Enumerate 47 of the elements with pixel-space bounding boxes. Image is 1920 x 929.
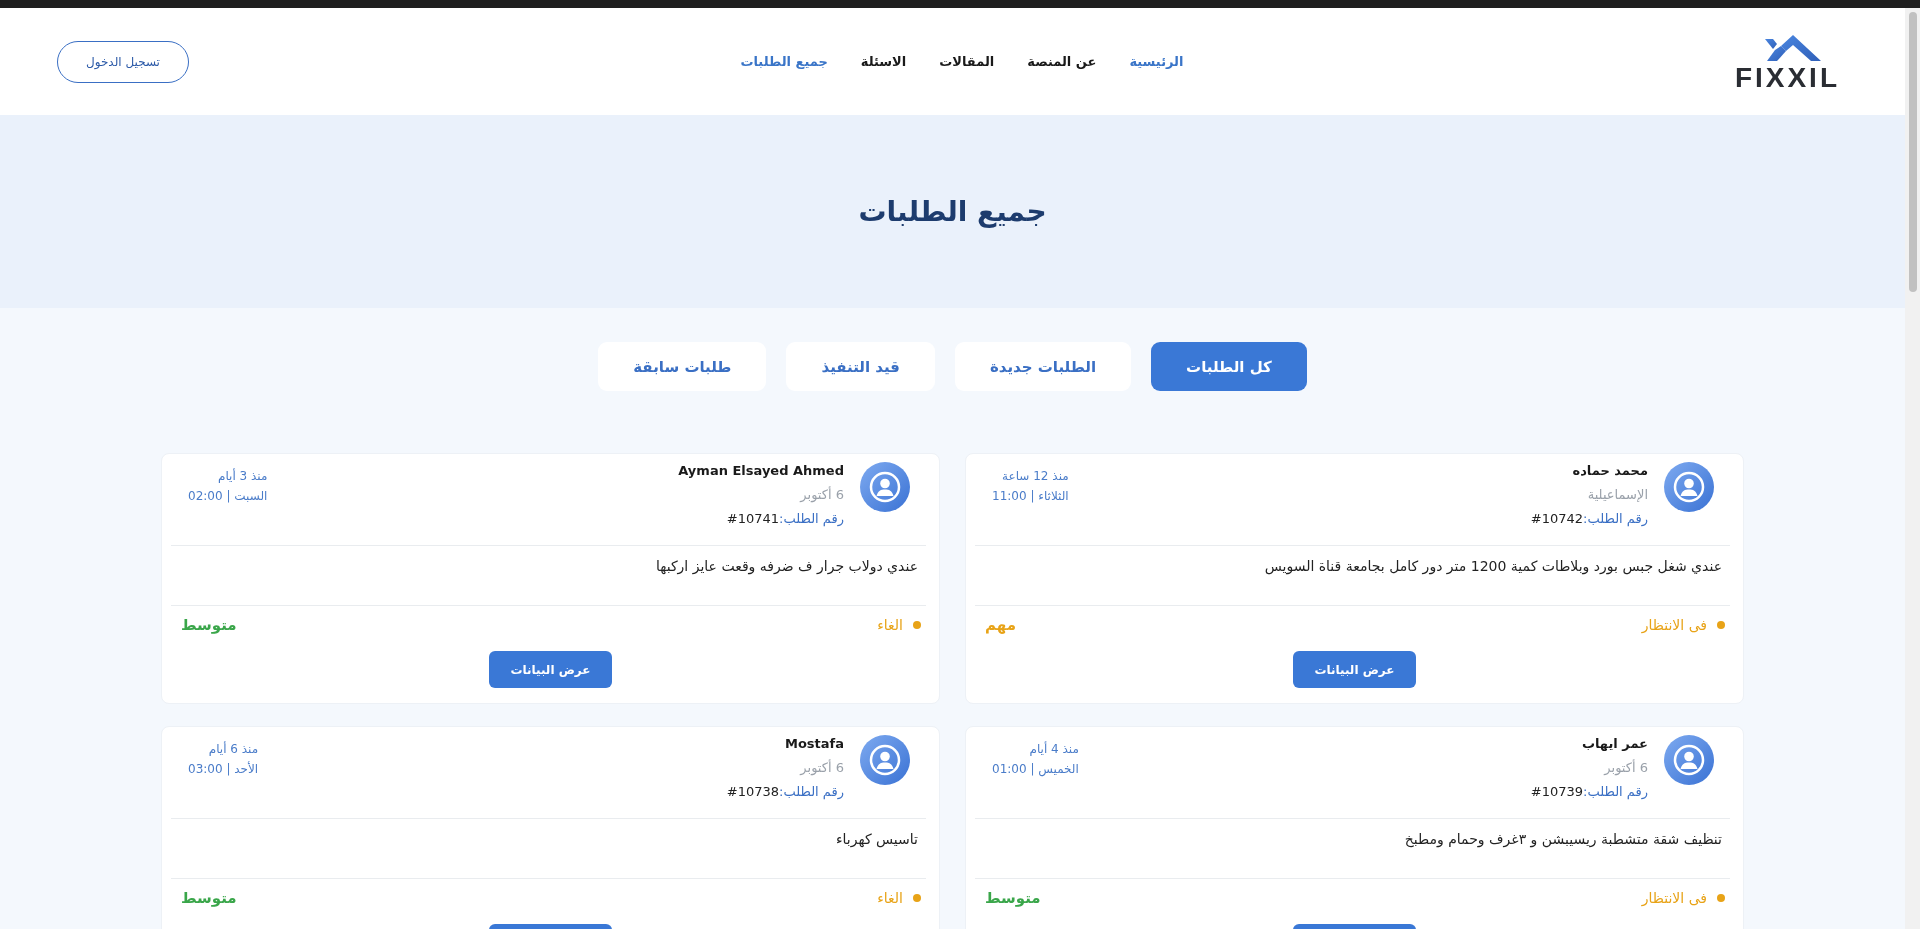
time-ago: منذ 6 أيام (208, 740, 259, 758)
day-time: الخميس | 01:00 (992, 761, 1079, 779)
status-label: الغاء (877, 889, 903, 908)
request-subtitle: 6 أكتوبر (800, 758, 844, 778)
time-ago: منذ 12 ساعة (1002, 468, 1069, 485)
nav-link[interactable]: عن المنصة (1027, 54, 1097, 69)
status-label: فى الانتظار (1641, 889, 1707, 909)
nav-link[interactable]: جميع الطلبات (740, 54, 828, 69)
status-label: الغاء (877, 616, 903, 635)
avatar-icon (1664, 735, 1714, 785)
avatar-icon (1664, 462, 1714, 512)
request-description: عندي شغل جبس بورد وبلاطات كمية 1200 متر دور كامل بجامعة قناة السويس (1263, 557, 1723, 577)
request-subtitle: 6 أكتوبر (1604, 758, 1648, 778)
priority-label: مهم (985, 615, 1016, 636)
view-button[interactable]: عرض البيانات (1293, 651, 1416, 688)
request-subtitle: 6 أكتوبر (800, 485, 844, 505)
priority-label: متوسط (181, 888, 237, 909)
avatar-icon (860, 735, 910, 785)
avatar-icon (860, 462, 910, 512)
day-time: الثلاثاء | 11:00 (992, 488, 1069, 505)
nav-link[interactable]: المقالات (939, 54, 995, 69)
logo-text[interactable]: FIXXIL (1734, 62, 1840, 93)
filter-tab[interactable]: قيد التنفيذ (786, 342, 935, 391)
nav-link[interactable]: الرئيسية (1129, 54, 1184, 69)
scrollbar-thumb[interactable] (1908, 12, 1917, 292)
request-subtitle: الإسماعيلية (1587, 486, 1648, 504)
request-description: تاسيس كهرباء (835, 830, 919, 850)
customer-name: محمد حماده (1572, 462, 1648, 480)
customer-name: عمر ايهاب (1581, 735, 1648, 753)
view-button[interactable]: عرض البيانات (489, 651, 612, 688)
customer-name: Ayman Elsayed Ahmed (678, 462, 844, 480)
login-button[interactable]: تسجيل الدخول (57, 40, 189, 83)
time-ago: منذ 4 أيام (1029, 740, 1079, 758)
nav-link[interactable]: الاسئلة (860, 54, 907, 69)
priority-label: متوسط (985, 888, 1041, 909)
filter-tab[interactable]: كل الطلبات (1151, 342, 1307, 391)
page-title: جميع الطلبات (858, 195, 1047, 228)
priority-label: متوسط (181, 615, 237, 636)
status-label: فى الانتظار (1641, 616, 1707, 636)
request-description: تنظيف شقة متشطبة ريسيبشن و ٣غرف وحمام ومطبخ (1403, 830, 1723, 850)
day-time: الأحد | 03:00 (188, 760, 259, 778)
request-description: عندي دولاب جرار ف ضرفه وقعت عايز اركبها (655, 557, 919, 577)
customer-name: Mostafa (784, 735, 844, 753)
filter-tab[interactable]: الطلبات جديدة (954, 342, 1132, 391)
day-time: السبت | 02:00 (188, 488, 268, 505)
filter-tab[interactable]: طلبات سابقة (598, 342, 767, 391)
time-ago: منذ 3 أيام (218, 467, 268, 485)
